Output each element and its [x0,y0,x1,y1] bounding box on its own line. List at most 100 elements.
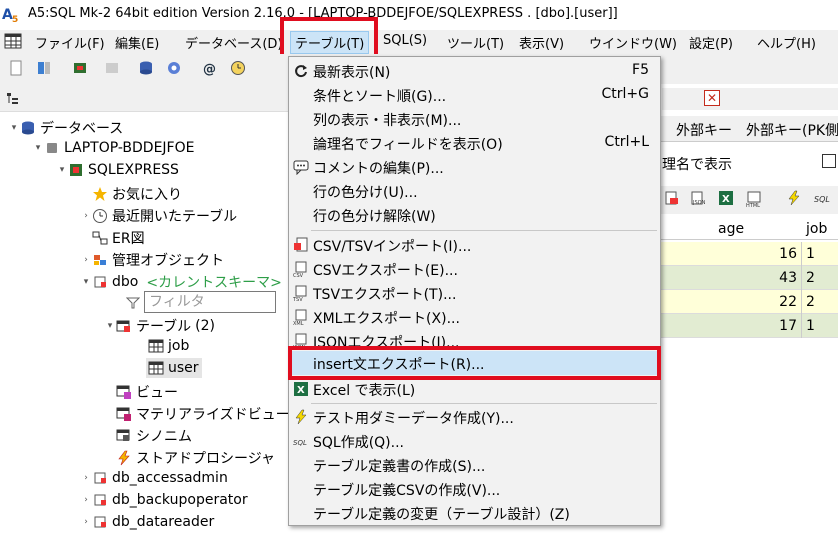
sql-icon[interactable]: SQL [814,190,834,206]
collapse-arrow-icon[interactable]: ▾ [80,277,92,287]
cell-job[interactable]: 1 [802,314,838,338]
cell-age[interactable]: 16 [712,242,802,266]
tree-node-databases[interactable]: ▾ データベース [8,118,124,138]
excel-icon: X [294,382,308,396]
menu-item-row-coloring[interactable]: 行の色分け(U)... [291,179,659,203]
tree-node-mviews[interactable]: マテリアライズドビュー [104,404,290,424]
tree-view-icon[interactable] [6,92,20,106]
menu-item-csv-export[interactable]: CSV CSVエクスポート(E)... [291,257,659,281]
close-tab-icon[interactable]: ✕ [704,90,720,106]
menu-item-insert-export[interactable]: insert文エクスポート(R)... [291,351,659,375]
clock-icon[interactable] [230,60,246,76]
disconnect-icon[interactable] [104,60,120,76]
tree-node-tables[interactable]: ▾ テーブル (2) [104,316,215,336]
cell-job[interactable]: 2 [802,290,838,314]
tree-node-table-user[interactable]: user [146,358,202,378]
collapse-arrow-icon[interactable]: ▾ [56,165,68,175]
menu-item-json-export[interactable]: JSON JSONエクスポート(J)... [291,329,659,353]
tree-node-table-job[interactable]: job [148,338,189,354]
expand-arrow-icon[interactable]: › [80,495,92,505]
tree-node-server[interactable]: ▾ LAPTOP-BDDEJFOE [32,140,195,156]
star-icon [92,186,108,202]
menu-item-table-design[interactable]: テーブル定義の変更（テーブル設計）(Z) [291,501,659,525]
menu-table[interactable]: テーブル(T) [290,31,370,54]
column-header-age[interactable]: age [718,221,744,237]
schema-icon [92,470,108,486]
new-document-icon[interactable] [8,60,24,76]
menu-item-csv-import[interactable]: CSV/TSVインポート(I)... [291,233,659,257]
menu-settings[interactable]: 設定(P) [686,33,736,52]
menu-item-create-sql[interactable]: SQL SQL作成(Q)... [291,429,659,453]
tree-node-schema-backupoperator[interactable]: › db_backupoperator [80,492,247,508]
database-icon[interactable] [138,60,154,76]
tree-node-views[interactable]: ビュー [104,382,178,402]
tree-node-procs[interactable]: ストアドプロシージャ [104,448,275,468]
open-icon[interactable] [36,60,52,76]
menu-tools[interactable]: ツール(T) [444,33,507,52]
menu-item-column-visibility[interactable]: 列の表示・非表示(M)... [291,107,659,131]
html-export-icon[interactable]: HTML [746,190,764,208]
settings-gear-icon[interactable] [166,60,182,76]
menu-item-clear-row-coloring[interactable]: 行の色分け解除(W) [291,203,659,227]
column-header-job[interactable]: job [806,221,827,237]
tree-node-admin[interactable]: › 管理オブジェクト [80,250,224,270]
cell-job[interactable]: 1 [802,242,838,266]
menu-edit[interactable]: 編集(E) [112,33,162,52]
expand-arrow-icon[interactable]: › [80,473,92,483]
menu-sql[interactable]: SQL(S) [380,33,430,48]
collapse-arrow-icon[interactable]: ▾ [32,143,44,153]
menu-item-xml-export[interactable]: XML XMLエクスポート(X)... [291,305,659,329]
connect-icon[interactable] [72,60,88,76]
tab-foreign-key[interactable]: 外部キー [676,120,732,140]
menu-item-tsv-export[interactable]: TSV TSVエクスポート(T)... [291,281,659,305]
menu-item-refresh[interactable]: 最新表示(N) F5 [291,59,659,83]
tree-node-schema-datareader[interactable]: › db_datareader [80,514,214,530]
collapse-arrow-icon[interactable]: ▾ [8,123,20,133]
tree-node-dbo[interactable]: ▾ dbo <カレントスキーマ> [80,272,282,292]
cell-age[interactable]: 43 [712,266,802,290]
window-title: A5:SQL Mk-2 64bit edition Version 2.16.0… [28,6,618,21]
expand-arrow-icon[interactable]: › [80,211,92,221]
expand-arrow-icon[interactable]: › [80,255,92,265]
logical-name-checkbox[interactable] [822,154,836,168]
grid-icon[interactable] [4,33,22,49]
import-icon[interactable] [664,190,680,206]
menu-help[interactable]: ヘルプ(H) [754,33,819,52]
collapse-arrow-icon[interactable]: ▾ [104,321,116,331]
menu-item-table-doc[interactable]: テーブル定義書の作成(S)... [291,453,659,477]
tree-filter-input[interactable]: フィルタ [144,291,276,313]
tree-node-schema-accessadmin[interactable]: › db_accessadmin [80,470,228,486]
table-row[interactable]: 16 1 [660,242,838,266]
tree-node-er[interactable]: ER図 [80,228,145,248]
table-menu-dropdown: 最新表示(N) F5 条件とソート順(G)... Ctrl+G 列の表示・非表示… [288,56,661,526]
cell-age[interactable]: 22 [712,290,802,314]
menu-item-dummy-data[interactable]: テスト用ダミーデータ作成(Y)... [291,405,659,429]
lightning-icon[interactable] [786,190,802,206]
tree-node-favorites[interactable]: お気に入り [80,184,182,204]
tab-foreign-key-pk[interactable]: 外部キー(PK側 [746,120,838,140]
tables-count: (2) [195,318,216,334]
cell-job[interactable]: 2 [802,266,838,290]
tree-node-recent[interactable]: › 最近開いたテーブル [80,206,237,226]
menu-item-condition-sort[interactable]: 条件とソート順(G)... Ctrl+G [291,83,659,107]
tree-node-synonyms[interactable]: シノニム [104,426,192,446]
menu-window[interactable]: ウインドウ(W) [586,33,680,52]
excel-icon[interactable]: X [718,190,734,206]
tree-node-instance[interactable]: ▾ SQLEXPRESS [56,162,179,178]
cell-age[interactable]: 17 [712,314,802,338]
menu-file[interactable]: ファイル(F) [32,33,108,52]
at-icon[interactable]: @ [202,60,218,76]
tree-label: user [168,360,199,376]
menu-item-logical-name[interactable]: 論理名でフィールドを表示(O) Ctrl+L [291,131,659,155]
menu-view[interactable]: 表示(V) [516,33,567,52]
menu-item-excel-view[interactable]: X Excel で表示(L) [291,377,659,401]
menu-item-edit-comment[interactable]: コメントの編集(P)... [291,155,659,179]
json-export-icon[interactable]: JSON [690,190,706,206]
table-row[interactable]: 43 2 [660,266,838,290]
expand-arrow-icon[interactable]: › [80,517,92,527]
table-row[interactable]: 22 2 [660,290,838,314]
menu-database[interactable]: データベース(D) [182,33,286,52]
menu-item-table-def-csv[interactable]: テーブル定義CSVの作成(V)... [291,477,659,501]
table-row[interactable]: 17 1 [660,314,838,338]
view-icon [116,384,132,400]
